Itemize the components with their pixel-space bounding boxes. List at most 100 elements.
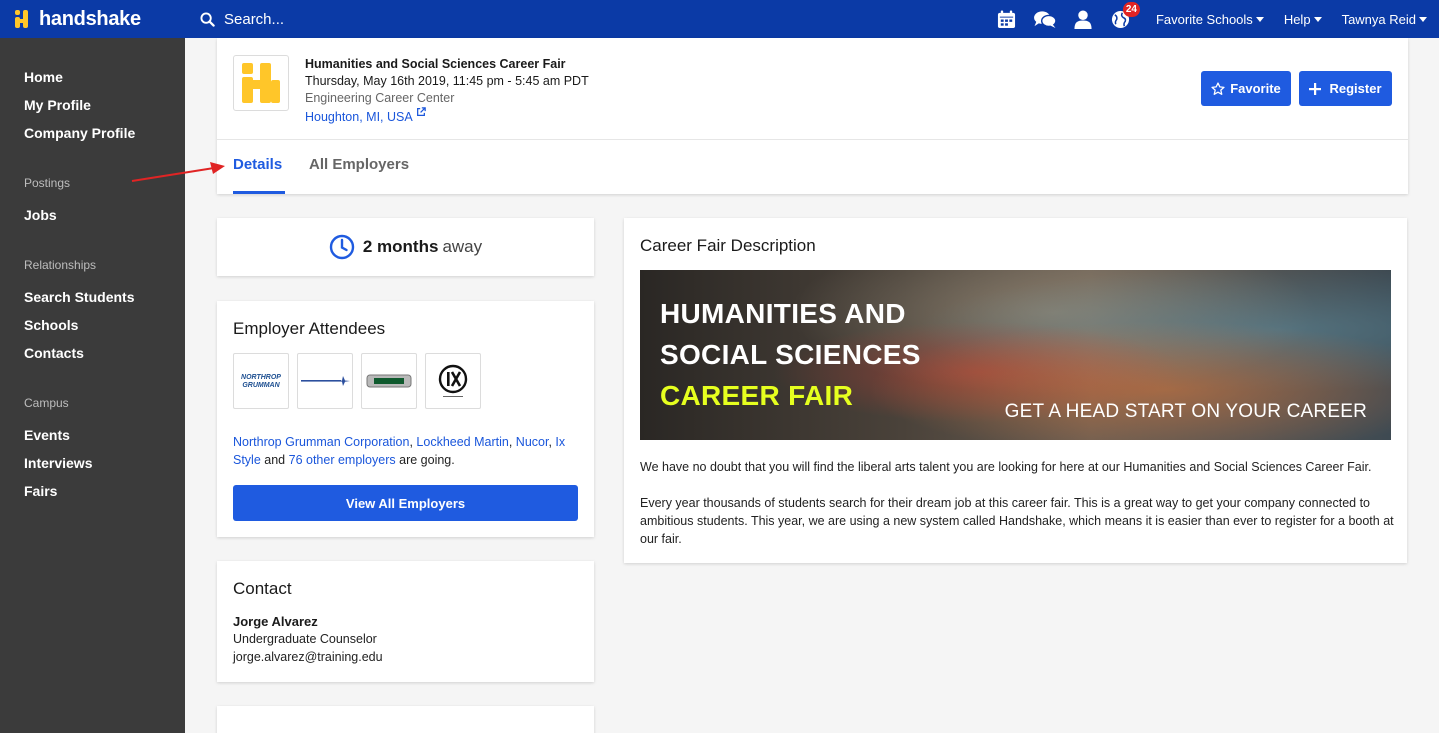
fair-datetime: Thursday, May 16th 2019, 11:45 pm - 5:45…: [305, 74, 589, 88]
employer-link-nucor[interactable]: Nucor: [516, 435, 549, 449]
additional-card: [217, 706, 594, 733]
top-nav-bar: handshake Search... 24 Favorite Schools …: [0, 0, 1439, 38]
search-bar: [185, 0, 785, 38]
sidebar-item-home[interactable]: Home: [0, 66, 185, 94]
fair-logo: [233, 55, 289, 111]
svg-text:NORTHROP: NORTHROP: [241, 374, 281, 381]
contact-card: Contact Jorge Alvarez Undergraduate Coun…: [217, 561, 594, 682]
star-outline-icon: [1211, 81, 1225, 95]
countdown-value: 2 months: [362, 237, 439, 256]
employer-link-lockheed-martin[interactable]: Lockheed Martin: [416, 435, 508, 449]
fair-venue: Engineering Career Center: [305, 91, 455, 105]
chevron-down-icon: [1419, 16, 1427, 22]
fair-location: Houghton, MI, USA: [305, 110, 413, 124]
description-text: We have no doubt that you will find the …: [640, 458, 1395, 548]
active-tab-indicator: [233, 191, 285, 194]
sidebar-section-campus: Campus: [24, 396, 69, 410]
contact-heading: Contact: [233, 579, 292, 598]
sidebar-item-contacts[interactable]: Contacts: [0, 342, 185, 370]
svg-text:GRUMMAN: GRUMMAN: [242, 382, 280, 389]
career-fair-description-card: Career Fair Description HUMANITIES AND S…: [624, 218, 1407, 563]
favorite-label: Favorite: [1230, 81, 1281, 96]
tab-all-employers[interactable]: All Employers: [309, 156, 409, 173]
plus-icon: [1309, 82, 1322, 95]
going-text: are going.: [399, 453, 455, 467]
search-input[interactable]: [224, 10, 624, 28]
description-paragraph-2: Every year thousands of students search …: [640, 496, 1394, 546]
contact-role: Undergraduate Counselor: [233, 632, 377, 646]
banner-line-2: SOCIAL SCIENCES: [660, 339, 921, 370]
sidebar-section-relationships: Relationships: [24, 258, 97, 272]
sidebar-item-schools[interactable]: Schools: [0, 314, 185, 342]
handshake-logo-icon: [15, 10, 33, 28]
external-link-icon: [416, 107, 426, 116]
employer-attendees-card: Employer Attendees NORTHROP GRUMMAN Nort…: [217, 301, 594, 537]
employer-logo-nucor[interactable]: [361, 353, 417, 409]
description-paragraph-1: We have no doubt that you will find the …: [640, 460, 1372, 474]
profile-button[interactable]: [1064, 0, 1102, 38]
chevron-down-icon: [1255, 16, 1264, 22]
messages-button[interactable]: [1026, 0, 1064, 38]
calendar-icon: [998, 9, 1016, 28]
tab-details[interactable]: Details: [233, 156, 282, 173]
register-label: Register: [1329, 81, 1382, 96]
user-menu[interactable]: Tawnya Reid: [1332, 0, 1439, 38]
notification-badge: 24: [1122, 2, 1140, 17]
register-button[interactable]: Register: [1299, 71, 1392, 106]
favorite-button[interactable]: Favorite: [1201, 71, 1291, 106]
employer-logo-lockheed-martin[interactable]: [297, 353, 353, 409]
employer-link-northrop-grumman[interactable]: Northrop Grumman Corporation: [233, 435, 409, 449]
brand-name: handshake: [39, 7, 141, 30]
chat-bubbles-icon: [1034, 10, 1057, 28]
clock-icon: [329, 234, 355, 260]
user-icon: [1074, 9, 1092, 29]
ix-style-logo-icon: [438, 364, 468, 397]
view-all-employers-button[interactable]: View All Employers: [233, 485, 578, 521]
employer-attendees-summary: Northrop Grumman Corporation, Lockheed M…: [233, 435, 566, 467]
career-fair-banner: HUMANITIES AND SOCIAL SCIENCES CAREER FA…: [640, 270, 1391, 440]
banner-tagline: GET A HEAD START ON YOUR CAREER: [1004, 401, 1367, 422]
fair-location-link[interactable]: Houghton, MI, USA: [305, 107, 426, 124]
employer-logo-ix-style[interactable]: [425, 353, 481, 409]
sidebar-item-search-students[interactable]: Search Students: [0, 286, 185, 314]
employer-logos: NORTHROP GRUMMAN: [233, 353, 578, 409]
chevron-down-icon: [1313, 16, 1322, 22]
nucor-logo-icon: [366, 374, 412, 388]
banner-line-3: CAREER FAIR: [660, 380, 854, 411]
handshake-logo-icon: [242, 63, 280, 103]
sidebar-item-jobs[interactable]: Jobs: [0, 204, 185, 232]
favorite-schools-label: Favorite Schools: [1155, 11, 1253, 27]
help-menu[interactable]: Help: [1274, 0, 1332, 38]
sidebar-item-company-profile[interactable]: Company Profile: [0, 122, 185, 150]
countdown-suffix: away: [442, 237, 483, 256]
description-heading: Career Fair Description: [640, 236, 816, 255]
sidebar: Home My Profile Company Profile Postings…: [0, 38, 185, 733]
annotation-arrow: [131, 162, 225, 182]
and-text: and: [264, 453, 286, 467]
fair-header-card: Humanities and Social Sciences Career Fa…: [217, 38, 1408, 194]
help-label: Help: [1283, 11, 1311, 27]
notifications-button[interactable]: 24: [1102, 0, 1140, 38]
other-employers-link[interactable]: 76 other employers: [289, 453, 396, 467]
brand-logo[interactable]: handshake: [0, 0, 185, 38]
countdown-card: 2 months away: [217, 218, 594, 276]
nav-right: 24 Favorite Schools Help Tawnya Reid: [988, 0, 1439, 38]
favorite-schools-menu[interactable]: Favorite Schools: [1146, 0, 1274, 38]
user-name-label: Tawnya Reid: [1341, 11, 1416, 27]
contact-name: Jorge Alvarez: [233, 614, 318, 629]
sidebar-item-my-profile[interactable]: My Profile: [0, 94, 185, 122]
countdown: 2 months away: [217, 218, 594, 276]
northrop-grumman-logo-icon: NORTHROP GRUMMAN: [241, 374, 281, 389]
employer-logo-northrop-grumman[interactable]: NORTHROP GRUMMAN: [233, 353, 289, 409]
sidebar-item-fairs[interactable]: Fairs: [0, 480, 185, 508]
calendar-button[interactable]: [988, 0, 1026, 38]
fair-title: Humanities and Social Sciences Career Fa…: [305, 57, 566, 71]
fair-info: Humanities and Social Sciences Career Fa…: [305, 56, 589, 126]
header-divider: [217, 139, 1408, 140]
contact-email: jorge.alvarez@training.edu: [233, 650, 383, 664]
employer-attendees-heading: Employer Attendees: [233, 319, 386, 338]
sidebar-item-events[interactable]: Events: [0, 424, 185, 452]
lockheed-martin-logo-icon: [301, 376, 350, 386]
banner-line-1: HUMANITIES AND: [660, 298, 906, 329]
sidebar-item-interviews[interactable]: Interviews: [0, 452, 185, 480]
